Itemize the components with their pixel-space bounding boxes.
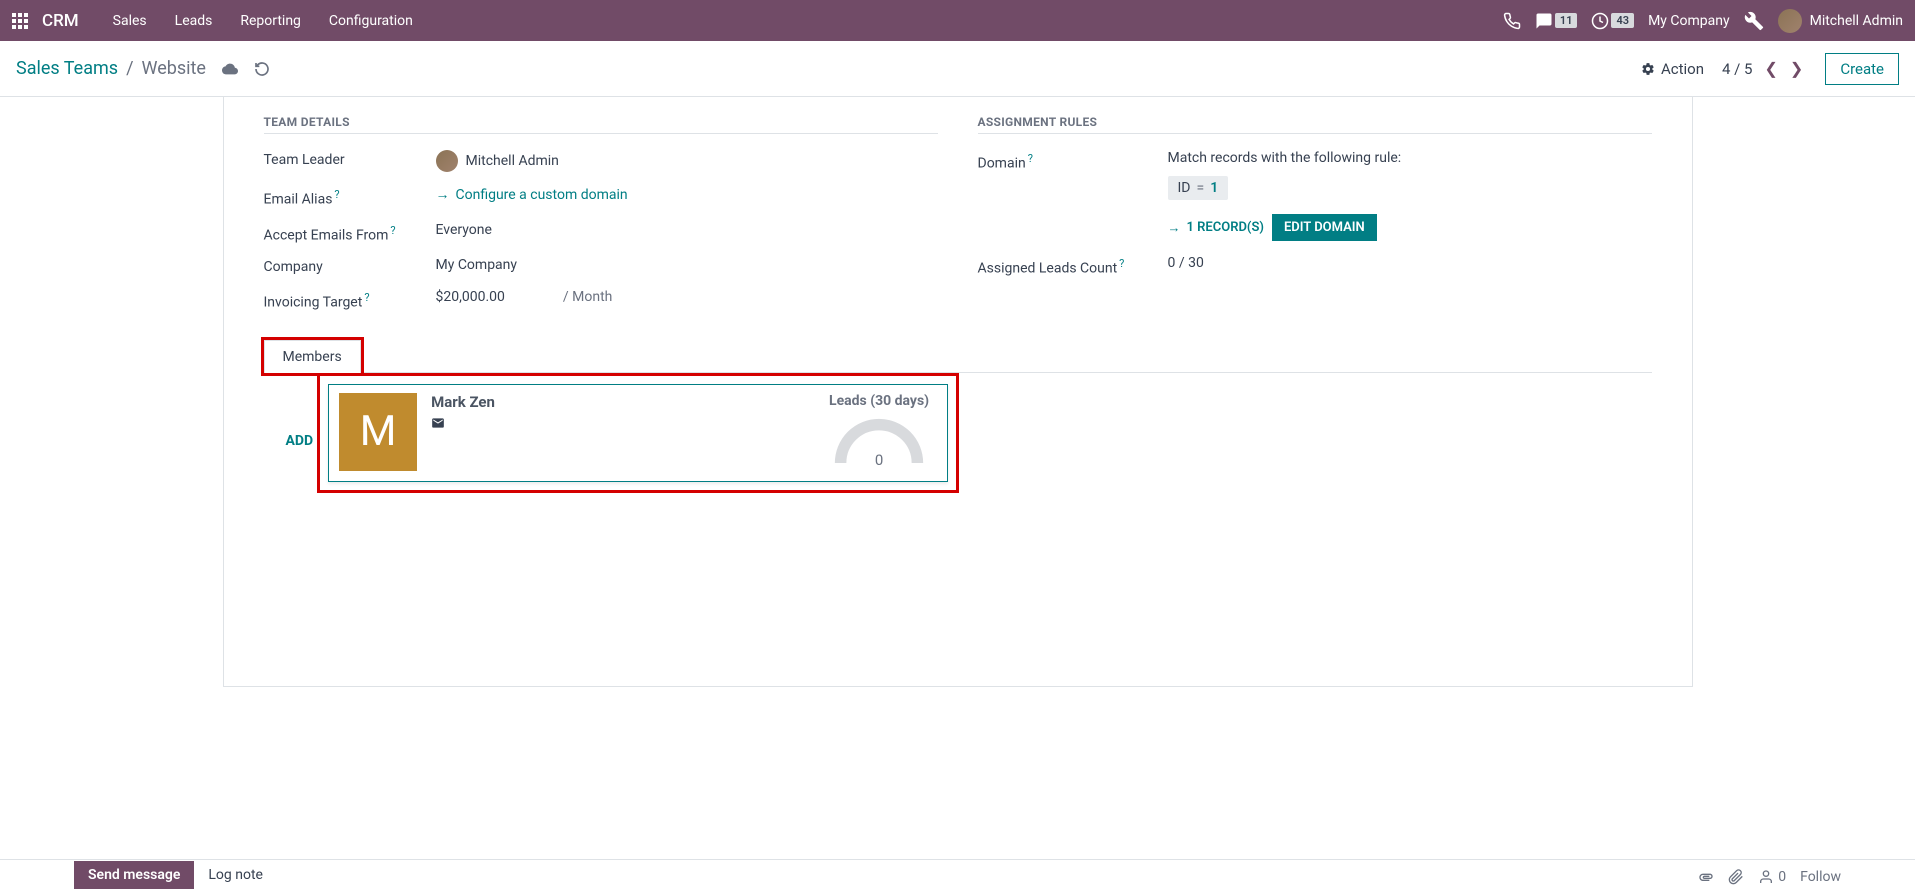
member-card[interactable]: M Mark Zen Leads (30 days) 0: [328, 384, 948, 482]
breadcrumb-parent[interactable]: Sales Teams: [16, 58, 118, 79]
phone-icon[interactable]: [1503, 12, 1521, 30]
label-company: Company: [264, 257, 436, 275]
nav-reporting[interactable]: Reporting: [226, 0, 315, 41]
add-member-link[interactable]: ADD: [286, 433, 314, 449]
subbar: Sales Teams / Website Action 4 / 5 ❮ ❯ C…: [0, 41, 1915, 97]
messages-badge: 11: [1555, 13, 1578, 28]
brand[interactable]: CRM: [42, 11, 79, 31]
breadcrumb-current: Website: [142, 58, 206, 79]
label-domain: Domain: [978, 156, 1026, 172]
member-name: Mark Zen: [431, 393, 815, 411]
action-label: Action: [1661, 60, 1704, 78]
pager: 4 / 5 ❮ ❯: [1722, 57, 1807, 80]
value-assigned-leads: 0 / 30: [1168, 255, 1652, 271]
team-details-title: TEAM DETAILS: [264, 115, 938, 134]
gauge-value: 0: [831, 451, 927, 469]
company-switcher[interactable]: My Company: [1648, 0, 1730, 41]
assignment-rules-title: ASSIGNMENT RULES: [978, 115, 1652, 134]
mail-icon[interactable]: [431, 415, 815, 430]
activities-badge: 43: [1611, 13, 1634, 28]
arrow-right-icon: →: [1168, 220, 1181, 236]
domain-chip[interactable]: ID = 1: [1168, 176, 1229, 200]
value-invoicing-target[interactable]: $20,000.00 / Month: [436, 289, 938, 305]
send-message-button[interactable]: Send message: [74, 861, 194, 889]
configure-domain-link[interactable]: → Configure a custom domain: [436, 186, 628, 203]
edit-domain-button[interactable]: EDIT DOMAIN: [1272, 214, 1377, 241]
gear-icon: [1641, 62, 1655, 76]
help-icon[interactable]: ?: [334, 188, 339, 201]
user-name: Mitchell Admin: [1810, 13, 1903, 29]
form-sheet: TEAM DETAILS Team Leader Mitchell Admin …: [223, 97, 1693, 687]
member-avatar: M: [339, 393, 417, 471]
topbar: CRM Sales Leads Reporting Configuration …: [0, 0, 1915, 41]
help-icon[interactable]: ?: [1119, 257, 1124, 270]
leads-label: Leads (30 days): [829, 393, 929, 409]
label-accept-emails: Accept Emails From: [264, 227, 389, 243]
nav-sales[interactable]: Sales: [99, 0, 161, 41]
topbar-left: CRM Sales Leads Reporting Configuration: [12, 0, 427, 41]
label-team-leader: Team Leader: [264, 150, 436, 168]
user-icon: [1758, 869, 1774, 885]
log-note-button[interactable]: Log note: [194, 861, 277, 889]
match-text: Match records with the following rule:: [1168, 150, 1652, 166]
paperclip-icon[interactable]: [1728, 869, 1744, 885]
assignment-rules-section: ASSIGNMENT RULES Domain? Match records w…: [978, 115, 1652, 325]
attachment-icon[interactable]: [1698, 869, 1714, 885]
member-info: Mark Zen: [431, 393, 815, 471]
action-dropdown[interactable]: Action: [1641, 60, 1704, 78]
debug-icon[interactable]: [1744, 11, 1764, 31]
messages-icon[interactable]: 11: [1535, 12, 1578, 30]
pager-text: 4 / 5: [1722, 60, 1753, 78]
follower-count: 0: [1778, 869, 1786, 885]
followers[interactable]: 0: [1758, 869, 1786, 885]
help-icon[interactable]: ?: [1028, 152, 1033, 165]
user-menu[interactable]: Mitchell Admin: [1778, 9, 1903, 33]
records-link[interactable]: → 1 RECORD(S): [1168, 220, 1264, 236]
tab-members[interactable]: Members: [264, 340, 361, 373]
breadcrumb: Sales Teams / Website: [16, 58, 270, 79]
tabs: Members: [264, 339, 1652, 373]
avatar-icon: [1778, 9, 1802, 33]
discard-icon[interactable]: [254, 60, 270, 76]
chatter-footer: Send message Log note 0 Follow: [0, 859, 1915, 889]
label-assigned-leads: Assigned Leads Count: [978, 261, 1118, 277]
gauge-icon: 0: [831, 415, 927, 463]
pager-prev[interactable]: ❮: [1761, 57, 1782, 80]
create-button[interactable]: Create: [1825, 53, 1899, 85]
nav-configuration[interactable]: Configuration: [315, 0, 427, 41]
pager-next[interactable]: ❯: [1786, 57, 1807, 80]
activities-icon[interactable]: 43: [1591, 12, 1634, 30]
subbar-right: Action 4 / 5 ❮ ❯ Create: [1641, 53, 1899, 85]
cloud-icon[interactable]: [222, 60, 238, 76]
help-icon[interactable]: ?: [390, 224, 395, 237]
follow-button[interactable]: Follow: [1800, 869, 1841, 885]
apps-icon[interactable]: [12, 13, 28, 29]
value-company[interactable]: My Company: [436, 257, 938, 273]
avatar-icon: [436, 150, 458, 172]
breadcrumb-sep: /: [126, 58, 133, 79]
value-team-leader[interactable]: Mitchell Admin: [436, 150, 938, 172]
member-card-highlight: M Mark Zen Leads (30 days) 0: [317, 373, 959, 493]
arrow-right-icon: →: [436, 186, 450, 203]
content-scroll[interactable]: TEAM DETAILS Team Leader Mitchell Admin …: [0, 97, 1915, 859]
leads-column: Leads (30 days) 0: [829, 393, 929, 471]
topbar-right: 11 43 My Company Mitchell Admin: [1503, 0, 1903, 41]
help-icon[interactable]: ?: [364, 291, 369, 304]
label-email-alias: Email Alias: [264, 192, 333, 208]
value-accept-emails[interactable]: Everyone: [436, 222, 938, 238]
label-invoicing-target: Invoicing Target: [264, 295, 363, 311]
nav-leads[interactable]: Leads: [161, 0, 227, 41]
team-details-section: TEAM DETAILS Team Leader Mitchell Admin …: [264, 115, 938, 325]
